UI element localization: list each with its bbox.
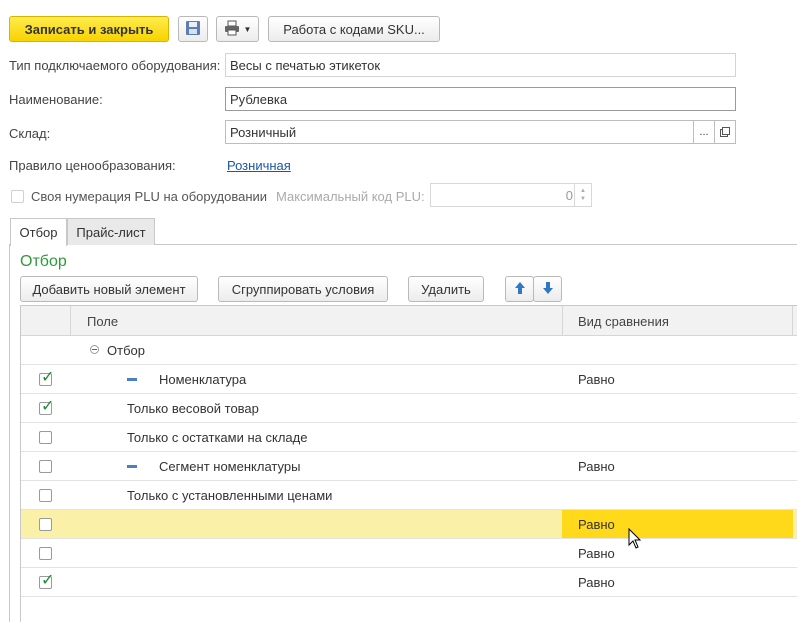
ellipsis-icon: ... [699, 126, 709, 138]
row-compare[interactable]: Равно [578, 546, 615, 561]
column-header-compare[interactable]: Вид сравнения [578, 314, 669, 329]
max-plu-label: Максимальный код PLU: [276, 189, 425, 204]
table-row[interactable]: Только с установленными ценами [21, 481, 797, 510]
row-compare[interactable]: Равно [578, 372, 615, 387]
name-input[interactable]: Рублевка [225, 87, 736, 111]
table-row-selected[interactable]: Равно [21, 510, 797, 539]
table-row[interactable]: ✓ Только весовой товар [21, 394, 797, 423]
table-row[interactable]: ✓ Равно [21, 568, 797, 597]
warehouse-label: Склад: [9, 126, 51, 141]
arrow-down-icon [542, 281, 554, 298]
row-compare[interactable]: Равно [578, 575, 615, 590]
row-checkbox[interactable] [39, 547, 52, 560]
row-checkbox[interactable]: ✓ [39, 369, 54, 386]
filter-section-title: Отбор [20, 253, 67, 270]
arrow-up-icon [514, 281, 526, 298]
column-header-field[interactable]: Поле [87, 314, 118, 329]
row-checkbox[interactable] [39, 431, 52, 444]
chevron-down-icon: ▼ [243, 24, 252, 34]
max-plu-value: 0 [565, 187, 573, 203]
table-row[interactable]: ✓ Номенклатура Равно [21, 365, 797, 394]
equipment-type-field: Весы с печатью этикеток [225, 53, 736, 77]
delete-button[interactable]: Удалить [408, 276, 484, 302]
collapse-minus [92, 349, 97, 350]
check-icon: ✓ [41, 367, 55, 386]
equipment-type-label: Тип подключаемого оборудования: [9, 58, 221, 73]
row-compare[interactable]: Равно [578, 459, 615, 474]
selected-compare-cell[interactable]: Равно [562, 510, 793, 538]
max-plu-input[interactable]: 0 [430, 183, 578, 207]
warehouse-value: Розничный [230, 124, 297, 140]
move-up-button[interactable] [505, 276, 534, 302]
tab-content-left-border [9, 245, 10, 622]
stepper-up-icon: ▲ [580, 188, 586, 194]
row-field: Только с установленными ценами [127, 488, 333, 503]
group-conditions-button[interactable]: Сгруппировать условия [218, 276, 388, 302]
save-button[interactable] [178, 16, 208, 42]
save-and-close-button[interactable]: Записать и закрыть [9, 16, 169, 42]
grid-header [21, 306, 797, 336]
pricing-rule-link[interactable]: Розничная [227, 158, 291, 173]
print-menu-button[interactable]: ▼ [216, 16, 259, 42]
tab-filter[interactable]: Отбор [10, 218, 67, 246]
row-compare: Равно [578, 517, 615, 532]
row-checkbox[interactable]: ✓ [39, 572, 54, 589]
condition-minus-icon [127, 378, 137, 381]
row-checkbox[interactable] [39, 460, 52, 473]
table-row[interactable]: Отбор [21, 336, 797, 365]
check-icon: ✓ [41, 570, 55, 589]
mouse-cursor-icon [628, 527, 642, 553]
floppy-disk-icon [185, 20, 201, 39]
row-field: Только весовой товар [127, 401, 259, 416]
name-label: Наименование: [9, 92, 103, 107]
max-plu-stepper[interactable]: ▲ ▼ [574, 183, 592, 207]
row-field: Отбор [107, 343, 145, 358]
sku-codes-button[interactable]: Работа с кодами SKU... [268, 16, 440, 42]
warehouse-open-button[interactable] [714, 120, 736, 144]
warehouse-select-button[interactable]: ... [693, 120, 715, 144]
row-checkbox[interactable] [39, 518, 52, 531]
header-divider [562, 306, 563, 336]
add-element-button[interactable]: Добавить новый элемент [20, 276, 198, 302]
stepper-down-icon: ▼ [580, 196, 586, 202]
tab-price-list[interactable]: Прайс-лист [67, 218, 155, 245]
table-row[interactable]: Сегмент номенклатуры Равно [21, 452, 797, 481]
row-field: Сегмент номенклатуры [159, 459, 301, 474]
printer-icon [224, 20, 240, 39]
row-field: Номенклатура [159, 372, 247, 387]
table-row[interactable]: Равно [21, 539, 797, 568]
condition-minus-icon [127, 465, 137, 468]
row-field: Только с остатками на складе [127, 430, 308, 445]
own-plu-label: Своя нумерация PLU на оборудовании [31, 189, 268, 204]
own-plu-checkbox[interactable] [11, 190, 24, 203]
warehouse-input[interactable]: Розничный [225, 120, 694, 144]
table-row[interactable]: Только с остатками на складе [21, 423, 797, 452]
move-down-button[interactable] [533, 276, 562, 302]
check-icon: ✓ [41, 396, 55, 415]
open-window-icon [720, 125, 730, 140]
row-checkbox[interactable]: ✓ [39, 398, 54, 415]
header-divider [70, 306, 71, 336]
header-divider [792, 306, 793, 336]
pricing-rule-label: Правило ценообразования: [9, 158, 176, 173]
row-checkbox[interactable] [39, 489, 52, 502]
